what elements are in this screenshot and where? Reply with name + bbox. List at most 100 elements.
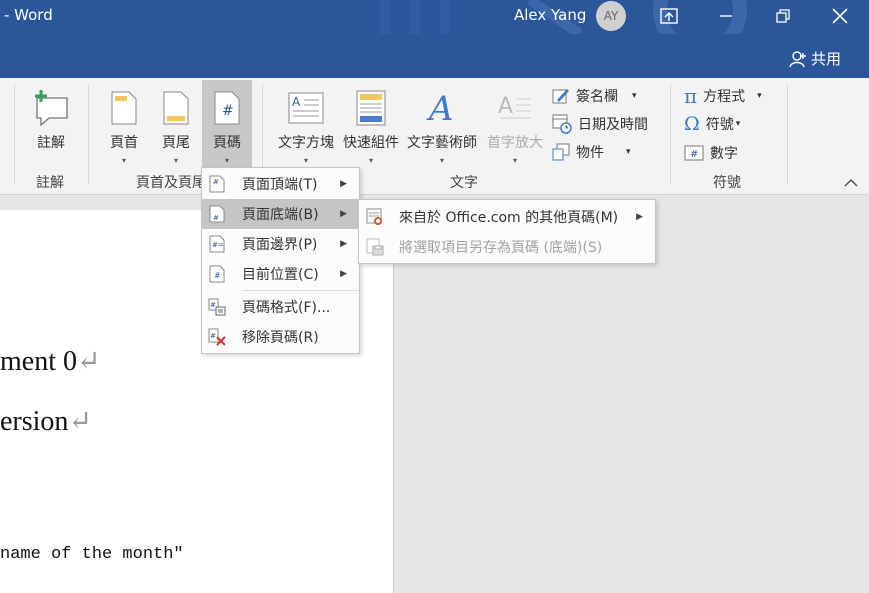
footer-button[interactable]: 頁尾 ▾ (156, 80, 196, 165)
menu-item-remove-page-numbers[interactable]: # 移除頁碼(R) (202, 322, 359, 352)
chevron-down-icon: ▾ (757, 91, 762, 101)
menu-item-bottom-of-page[interactable]: # 頁面底端(B) ▶ (202, 199, 359, 229)
ribbon-display-options-button[interactable] (646, 0, 692, 32)
ribbon-separator (88, 84, 89, 184)
save-selection-icon (366, 238, 384, 256)
submenu-arrow-icon: ▶ (340, 269, 347, 279)
chevron-down-icon: ▾ (439, 156, 444, 165)
title-bar: - Word Alex Yang AY (0, 0, 869, 34)
comment-button[interactable]: 註解 (28, 80, 74, 152)
drop-cap-button[interactable]: A 首字放大 ▾ (485, 80, 545, 165)
quick-parts-button[interactable]: 快速組件 ▾ (341, 80, 401, 165)
comment-group-label: 註解 (36, 175, 64, 191)
equation-button[interactable]: π 方程式 ▾ (684, 84, 762, 108)
tab-row: 共用 (0, 34, 869, 78)
share-label: 共用 (810, 50, 841, 68)
menu-item-format-page-numbers[interactable]: # 頁碼格式(F)... (202, 292, 359, 322)
pi-icon: π (684, 84, 698, 108)
page-number-button[interactable]: # 頁碼 ▾ (202, 80, 252, 168)
submenu-arrow-icon: ▶ (340, 239, 347, 249)
share-button[interactable]: 共用 (789, 48, 841, 69)
submenu-arrow-icon: ▶ (636, 212, 643, 222)
page-number-icon: # (214, 91, 240, 125)
chevron-down-icon: ▾ (224, 156, 229, 165)
svg-text:#: # (213, 178, 219, 186)
menu-separator (242, 290, 359, 291)
svg-text:#: # (222, 103, 234, 119)
quick-parts-label: 快速組件 (343, 135, 399, 151)
date-time-button[interactable]: 日期及時間 (552, 114, 648, 134)
chevron-down-icon: ▾ (173, 156, 178, 165)
remove-page-numbers-icon: # (208, 328, 226, 346)
ribbon-separator (14, 84, 15, 184)
office-gallery-icon (366, 208, 382, 225)
signature-line-label: 簽名欄 (576, 89, 618, 105)
page-number-label: 頁碼 (213, 135, 241, 151)
wordart-button[interactable]: A 文字藝術師 ▾ (405, 80, 479, 165)
comment-label: 註解 (37, 135, 65, 151)
avatar[interactable]: AY (596, 1, 626, 31)
restore-button[interactable] (760, 0, 806, 32)
current-position-icon: # (209, 265, 225, 283)
chevron-down-icon: ▾ (632, 91, 637, 101)
bottom-of-page-icon: # (209, 205, 225, 223)
collapse-ribbon-button[interactable] (844, 176, 858, 192)
wordart-label: 文字藝術師 (407, 135, 477, 151)
header-button[interactable]: 頁首 ▾ (104, 80, 144, 165)
document-line: ment 0↵ (0, 346, 101, 377)
chevron-down-icon: ▾ (512, 156, 517, 165)
person-add-icon (789, 50, 806, 67)
object-label: 物件 (576, 145, 604, 161)
ribbon: 註解 註解 頁首 ▾ 頁尾 ▾ # 頁碼 ▾ 頁首及頁尾 A 文字方塊 ▾ 快速… (0, 78, 869, 195)
symbol-button[interactable]: Ω 符號 ▾ (684, 113, 740, 135)
number-button[interactable]: # 數字 (684, 143, 738, 163)
symbols-group-label: 符號 (713, 175, 741, 191)
text-box-button[interactable]: A 文字方塊 ▾ (276, 80, 336, 165)
svg-text:A: A (292, 95, 301, 109)
equation-label: 方程式 (703, 89, 746, 105)
menu-item-top-of-page[interactable]: # 頁面頂端(T) ▶ (202, 169, 359, 199)
omega-icon: Ω (684, 113, 700, 135)
object-icon (552, 143, 570, 161)
minimize-icon (720, 15, 732, 17)
close-button[interactable] (817, 0, 863, 32)
signature-line-button[interactable]: 簽名欄 ▾ (552, 86, 637, 106)
svg-text:#: # (213, 214, 219, 222)
chevron-down-icon: ▾ (368, 156, 373, 165)
top-of-page-icon: # (209, 175, 225, 193)
signature-line-icon (552, 89, 569, 104)
header-label: 頁首 (110, 135, 138, 151)
minimize-button[interactable] (703, 0, 749, 32)
ribbon-separator (787, 84, 788, 184)
calendar-clock-icon (552, 114, 572, 134)
footer-icon (163, 91, 189, 125)
number-label: 數字 (710, 146, 738, 162)
document-code-line: name of the month" (0, 545, 184, 564)
menu-item-current-position[interactable]: # 目前位置(C) ▶ (202, 259, 359, 289)
svg-text:#: # (214, 271, 221, 280)
drop-cap-icon: A (498, 94, 531, 119)
menu-item-page-margins[interactable]: #= 頁面邊界(P) ▶ (202, 229, 359, 259)
chevron-down-icon: ▾ (626, 147, 631, 157)
chevron-down-icon: ▾ (303, 156, 308, 165)
svg-text:A: A (426, 90, 454, 126)
menu-item-save-selection[interactable]: 將選取項目另存為頁碼 (底端)(S) (359, 232, 655, 262)
submenu-arrow-icon: ▶ (340, 209, 347, 219)
document-line: ersion↵ (0, 406, 92, 437)
wordart-icon: A (426, 90, 454, 126)
ribbon-display-icon (660, 8, 678, 24)
svg-text:#: # (690, 149, 698, 160)
object-button[interactable]: 物件 ▾ (552, 142, 631, 162)
svg-text:#=: #= (212, 241, 224, 249)
svg-text:#: # (210, 332, 216, 340)
drop-cap-label: 首字放大 (487, 135, 543, 151)
submenu-arrow-icon: ▶ (340, 179, 347, 189)
menu-item-more-from-office[interactable]: 來自於 Office.com 的其他頁碼(M) ▶ (359, 202, 655, 232)
bottom-of-page-submenu: 來自於 Office.com 的其他頁碼(M) ▶ 將選取項目另存為頁碼 (底端… (358, 199, 656, 264)
number-icon: # (684, 145, 704, 161)
user-name[interactable]: Alex Yang (514, 6, 586, 24)
symbol-label: 符號 (705, 117, 734, 133)
new-comment-icon (35, 90, 68, 127)
text-group-label: 文字 (450, 175, 478, 191)
close-icon (832, 8, 848, 24)
